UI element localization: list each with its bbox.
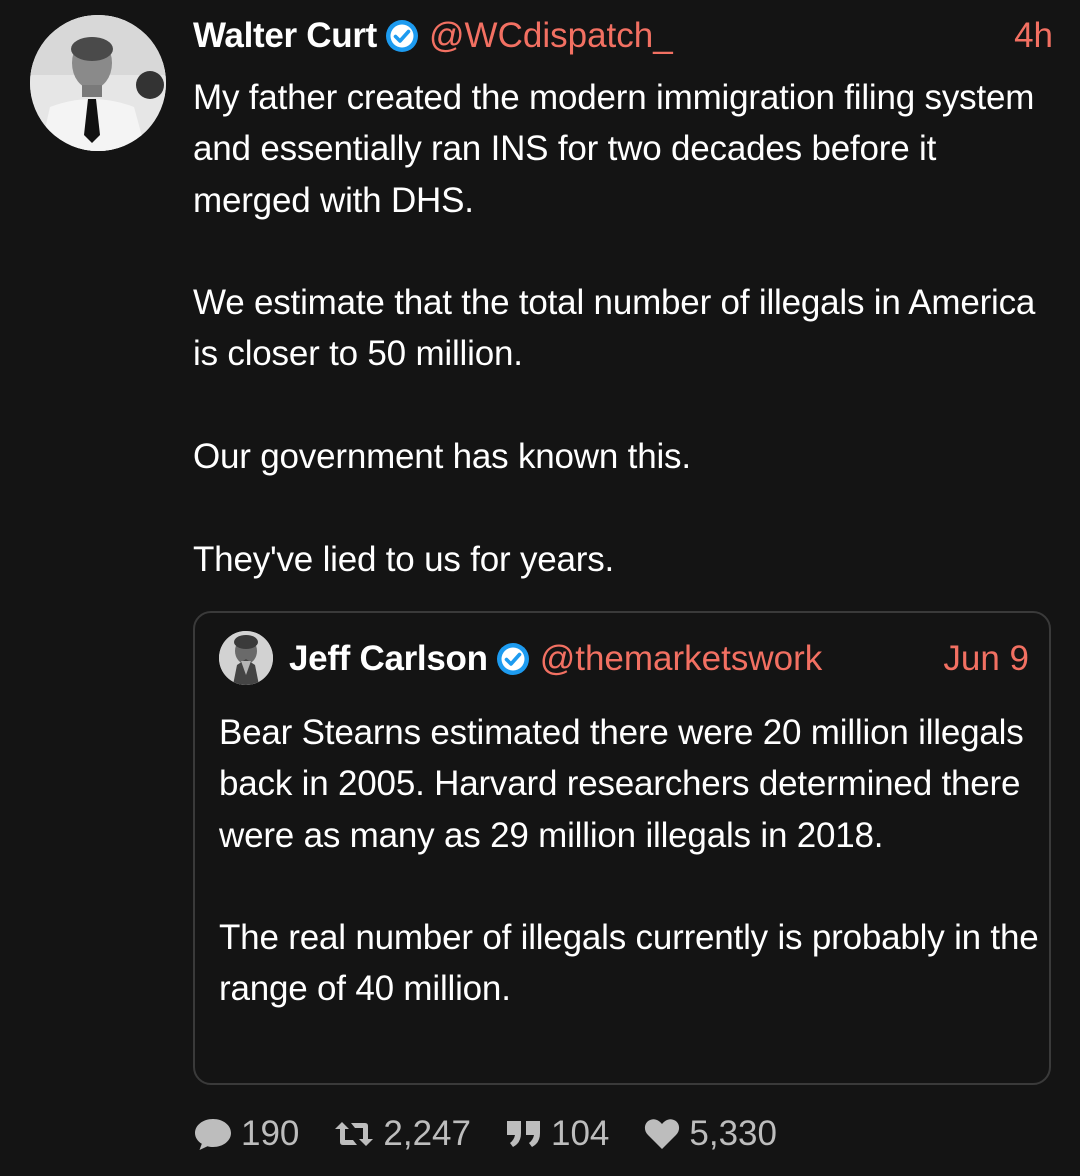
heart-icon <box>643 1117 681 1151</box>
retweet-arrows-icon <box>333 1118 375 1150</box>
retweet-count: 2,247 <box>383 1114 471 1153</box>
quoted-author-avatar[interactable] <box>219 631 273 685</box>
author-name[interactable]: Walter Curt <box>193 16 377 56</box>
tweet-text: My father created the modern immigration… <box>193 78 1036 579</box>
quote-button[interactable]: 104 <box>505 1114 609 1154</box>
reply-count: 190 <box>241 1114 300 1153</box>
quoted-tweet-timestamp[interactable]: Jun 9 <box>943 639 1029 679</box>
verified-badge-icon <box>496 642 530 676</box>
quote-marks-icon <box>505 1119 543 1149</box>
quoted-author-handle[interactable]: @themarketswork <box>540 639 823 679</box>
tweet-header: Walter Curt @WCdispatch_ 4h <box>193 12 1053 60</box>
tweet-actions-bar: 190 2,247 104 5,330 <box>193 1108 811 1160</box>
author-handle[interactable]: @WCdispatch_ <box>429 16 673 56</box>
tweet-timestamp[interactable]: 4h <box>1014 16 1053 56</box>
like-count: 5,330 <box>689 1114 777 1153</box>
quote-count: 104 <box>551 1114 610 1153</box>
speech-bubble-icon <box>193 1116 233 1152</box>
reply-button[interactable]: 190 <box>193 1114 299 1154</box>
quoted-tweet-header: Jeff Carlson @themarketswork Jun 9 <box>289 633 1029 685</box>
quoted-tweet-text: Bear Stearns estimated there were 20 mil… <box>219 713 1039 1009</box>
like-button[interactable]: 5,330 <box>643 1114 777 1154</box>
quoted-tweet-card[interactable]: Jeff Carlson @themarketswork Jun 9 Bear … <box>193 611 1051 1085</box>
author-avatar[interactable] <box>30 15 166 151</box>
retweet-button[interactable]: 2,247 <box>333 1114 471 1154</box>
verified-badge-icon <box>385 19 419 53</box>
quoted-author-name[interactable]: Jeff Carlson <box>289 639 488 679</box>
